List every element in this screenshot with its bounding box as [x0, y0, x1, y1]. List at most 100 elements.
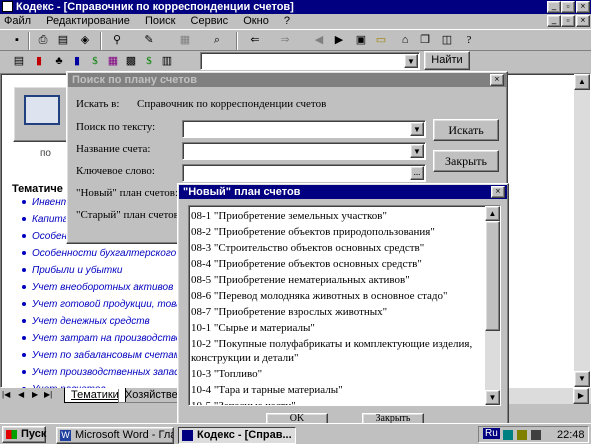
main-hscrollbar[interactable]: ▶ — [509, 388, 591, 404]
task-kodeks[interactable]: Кодекс - [Справ... — [178, 427, 296, 444]
list-item[interactable]: 08-3 "Строительство объектов основных ср… — [189, 240, 483, 256]
tree-icon[interactable]: ♣ — [50, 52, 68, 70]
plan-popup-title-bar[interactable]: "Новый" план счетов — [179, 185, 507, 199]
menu-service[interactable]: Сервис — [191, 15, 229, 27]
back-icon[interactable]: ⇐ — [246, 31, 264, 49]
chevron-down-icon[interactable]: ▼ — [410, 122, 424, 136]
close-button[interactable]: × — [576, 1, 590, 13]
help-icon[interactable]: ? — [460, 31, 478, 49]
search-dialog-title-bar[interactable]: Поиск по плану счетов — [68, 73, 506, 87]
main-title-bar[interactable]: Кодекс - [Справочник по корреспонденции … — [0, 0, 591, 14]
scroll-down-icon[interactable]: ▼ — [485, 390, 500, 405]
search-close-button[interactable]: Закрыть — [433, 150, 499, 172]
clock[interactable]: 22:48 — [557, 429, 585, 441]
window-icon[interactable]: ◫ — [438, 31, 456, 49]
find-icon[interactable]: ⚲ — [108, 31, 126, 49]
scroll-up-icon[interactable]: ▲ — [485, 206, 500, 221]
find-button[interactable]: Найти — [424, 51, 470, 70]
child-minimize-button[interactable]: _ — [547, 15, 561, 27]
account-name-combo[interactable]: ▼ — [182, 142, 426, 160]
menu-search[interactable]: Поиск — [145, 15, 175, 27]
list-item[interactable]: 10-2 "Покупные полуфабрикаты и комплекту… — [189, 336, 483, 366]
list-item[interactable]: 10-4 "Тара и тарные материалы" — [189, 382, 483, 398]
scroll-down-icon[interactable]: ▼ — [574, 371, 590, 387]
menu-help[interactable]: ? — [284, 15, 290, 27]
network-icon[interactable] — [503, 430, 513, 440]
topic-link[interactable]: Прибыли и убытки — [22, 265, 182, 282]
menu-window[interactable]: Окно — [243, 15, 269, 27]
list-item[interactable]: 10-1 "Сырье и материалы" — [189, 320, 483, 336]
topic-link[interactable]: Особенности бухгалтерского уч — [22, 248, 189, 265]
prev-icon[interactable]: ◀ — [310, 31, 328, 49]
red-book-icon[interactable]: ▮ — [30, 52, 48, 70]
language-indicator[interactable]: Ru — [483, 428, 500, 439]
start-button[interactable]: Пуск — [2, 426, 46, 443]
tab-nav-next-icon[interactable]: ▶ — [32, 390, 38, 399]
list-item[interactable]: 08-6 "Перевод молодняка животных в основ… — [189, 288, 483, 304]
plan-vscrollbar[interactable]: ▲ ▼ — [485, 206, 500, 405]
doc-icon[interactable]: ▤ — [10, 52, 28, 70]
tab-nav-prev-icon[interactable]: ◀ — [18, 390, 24, 399]
scroll-up-icon[interactable]: ▲ — [574, 74, 590, 90]
account-name-label: Название счета: — [76, 143, 151, 155]
money-icon[interactable]: $ — [140, 52, 158, 70]
search-icon[interactable]: ⌕ — [208, 31, 226, 49]
plan-listbox[interactable]: 08-1 "Приобретение земельных участков" 0… — [188, 205, 501, 406]
plan-popup-close-button[interactable]: × — [491, 186, 505, 198]
copy-icon[interactable]: ❐ — [416, 31, 434, 49]
chevron-down-icon[interactable]: ▼ — [404, 54, 418, 68]
tab-themes[interactable]: Тематики — [64, 388, 126, 403]
list-item[interactable]: 08-4 "Приобретение объектов основных сре… — [189, 256, 483, 272]
topic-link[interactable]: Учет денежных средств — [22, 316, 182, 333]
report-icon[interactable]: ▥ — [158, 52, 176, 70]
bookmark-icon[interactable]: ✎ — [140, 31, 158, 49]
volume-icon[interactable] — [517, 430, 527, 440]
scroll-thumb[interactable] — [485, 221, 500, 331]
text-search-combo[interactable]: ▼ — [182, 120, 426, 138]
list-item[interactable]: 08-1 "Приобретение земельных участков" — [189, 208, 483, 224]
books-icon[interactable]: ▮ — [68, 52, 86, 70]
topic-link[interactable]: Учет готовой продукции, товар — [22, 299, 187, 316]
menu-file[interactable]: Файл — [4, 15, 31, 27]
topic-link[interactable]: Учет внеоборотных активов — [22, 282, 182, 299]
menu-edit[interactable]: Редактирование — [46, 15, 130, 27]
folder-icon[interactable]: ▭ — [372, 31, 390, 49]
search-combo[interactable]: ▼ — [200, 52, 420, 70]
main-vscrollbar[interactable]: ▲ ▼ — [574, 74, 590, 387]
web-icon[interactable]: ◈ — [76, 31, 94, 49]
search-submit-button[interactable]: Искать — [433, 119, 499, 141]
scroll-right-icon[interactable]: ▶ — [573, 388, 589, 404]
filter-icon[interactable]: ▦ — [176, 31, 194, 49]
grid-icon[interactable]: ▩ — [122, 52, 140, 70]
next-icon[interactable]: ▶ — [330, 31, 348, 49]
calc-icon[interactable]: ▦ — [104, 52, 122, 70]
keyword-field[interactable]: ... — [182, 164, 426, 182]
tab-nav-first-icon[interactable]: |◀ — [2, 390, 10, 399]
page-icon[interactable]: ▣ — [352, 31, 370, 49]
forward-icon[interactable]: ⇒ — [276, 31, 294, 49]
list-item[interactable]: 10-3 "Топливо" — [189, 366, 483, 382]
tab-nav-last-icon[interactable]: ▶| — [44, 390, 52, 399]
child-close-button[interactable]: × — [576, 15, 590, 27]
list-item[interactable]: 08-5 "Приобретение нематериальных активо… — [189, 272, 483, 288]
chevron-down-icon[interactable]: ▼ — [410, 144, 424, 158]
keyword-browse-button[interactable]: ... — [410, 166, 424, 180]
maximize-button[interactable]: ▫ — [561, 1, 575, 13]
dollar-icon[interactable]: $ — [86, 52, 104, 70]
topic-link[interactable]: Учет производственных запасов — [22, 367, 190, 384]
monitor-icon[interactable] — [531, 430, 541, 440]
list-item[interactable]: 10-5 "Запасные части" — [189, 398, 483, 405]
save-icon[interactable]: ▪ — [8, 31, 26, 49]
list-item[interactable]: 08-2 "Приобретение объектов природопольз… — [189, 224, 483, 240]
search-dialog-close-button[interactable]: × — [490, 74, 504, 86]
home-icon[interactable]: ⌂ — [396, 31, 414, 49]
preview-icon[interactable]: ▤ — [54, 31, 72, 49]
topic-link[interactable]: Учет по забалансовым счетам — [22, 350, 182, 367]
list-item[interactable]: 08-7 "Приобретение взрослых животных" — [189, 304, 483, 320]
minimize-button[interactable]: _ — [547, 1, 561, 13]
search-dialog-title: Поиск по плану счетов — [72, 74, 197, 86]
print-icon[interactable]: ⎙ — [34, 31, 52, 49]
task-word[interactable]: W Microsoft Word - Гла... — [56, 427, 174, 444]
child-restore-button[interactable]: ▫ — [561, 15, 575, 27]
topic-link[interactable]: Учет затрат на производство — [22, 333, 182, 350]
